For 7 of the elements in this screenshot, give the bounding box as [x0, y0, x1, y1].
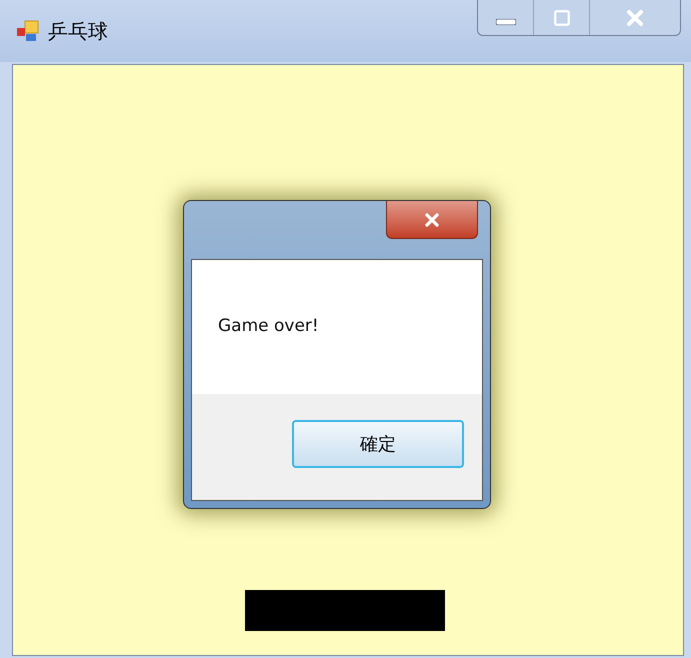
app-icon: [16, 20, 40, 42]
message-text: Game over!: [218, 315, 319, 338]
close-button[interactable]: [386, 201, 478, 239]
ok-button[interactable]: 確定: [292, 420, 464, 468]
window-title: 乒乓球: [48, 18, 108, 45]
minimize-icon: [496, 18, 516, 24]
maximize-icon: [552, 8, 570, 26]
